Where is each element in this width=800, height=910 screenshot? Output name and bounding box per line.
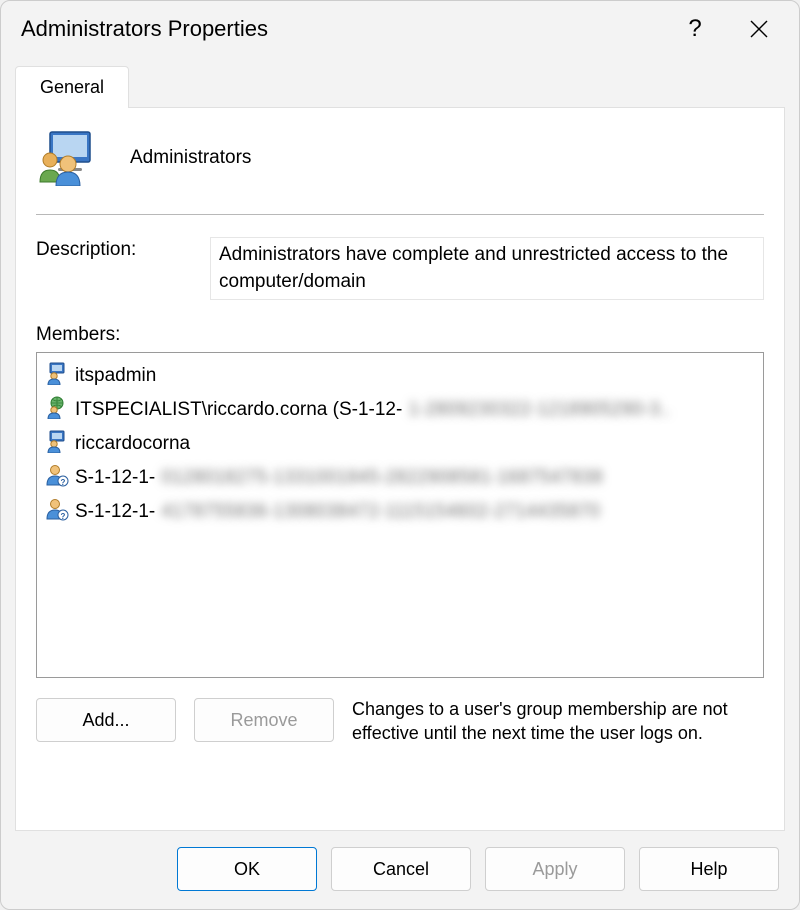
apply-button: Apply <box>485 847 625 891</box>
group-name: Administrators <box>130 147 251 169</box>
member-display-name: riccardocorna <box>75 433 190 455</box>
group-header: Administrators <box>36 130 764 206</box>
close-button[interactable] <box>741 11 777 47</box>
window-title: Administrators Properties <box>21 16 677 42</box>
content-area: General Administrators Description: <box>1 55 799 831</box>
group-icon <box>36 130 100 186</box>
member-sid-redacted: 1-2809230322-1218905290-3.. <box>408 399 670 421</box>
cancel-button[interactable]: Cancel <box>331 847 471 891</box>
title-actions: ? <box>677 11 785 47</box>
members-list[interactable]: itspadmin ITSPECIALIST\riccardo.corna (S-… <box>36 352 764 678</box>
help-button[interactable]: Help <box>639 847 779 891</box>
close-icon <box>750 20 768 38</box>
tab-general[interactable]: General <box>15 66 129 108</box>
properties-dialog: Administrators Properties ? General <box>0 0 800 910</box>
member-display-name: S-1-12-1- <box>75 501 155 523</box>
member-item[interactable]: itspadmin <box>41 359 759 393</box>
svg-text:?: ? <box>61 478 66 487</box>
remove-button: Remove <box>194 698 334 742</box>
members-label: Members: <box>36 324 764 346</box>
titlebar: Administrators Properties ? <box>1 1 799 55</box>
add-remove-row: Add... Remove Changes to a user's group … <box>36 698 764 745</box>
membership-note: Changes to a user's group membership are… <box>352 698 764 745</box>
member-display-name: itspadmin <box>75 365 156 387</box>
member-item[interactable]: ? S-1-12-1- 4178755836-1308038472-11151546… <box>41 495 759 529</box>
divider <box>36 214 764 215</box>
member-item[interactable]: riccardocorna <box>41 427 759 461</box>
member-item[interactable]: ITSPECIALIST\riccardo.corna (S-1-12- 1-28… <box>41 393 759 427</box>
user-unknown-icon: ? <box>45 497 69 527</box>
dialog-footer: OK Cancel Apply Help <box>1 831 799 909</box>
member-display-name: ITSPECIALIST\riccardo.corna (S-1-12- <box>75 399 402 421</box>
member-sid-redacted: 0128018275-1331001845-2822908581-1687547… <box>161 467 603 489</box>
svg-text:?: ? <box>61 512 66 521</box>
add-button[interactable]: Add... <box>36 698 176 742</box>
user-unknown-icon: ? <box>45 463 69 493</box>
description-row: Description: Administrators have complet… <box>36 237 764 300</box>
description-label: Description: <box>36 237 186 261</box>
member-item[interactable]: ? S-1-12-1- 0128018275-1331001845-28229085… <box>41 461 759 495</box>
member-sid-redacted: 4178755836-1308038472-1115154602-2714435… <box>161 501 600 523</box>
help-icon[interactable]: ? <box>677 11 713 47</box>
description-field[interactable]: Administrators have complete and unrestr… <box>210 237 764 300</box>
tab-panel-general: Administrators Description: Administrato… <box>15 108 785 831</box>
member-display-name: S-1-12-1- <box>75 467 155 489</box>
tabstrip: General <box>15 65 785 108</box>
ok-button[interactable]: OK <box>177 847 317 891</box>
user-domain-icon <box>45 395 69 425</box>
user-local-icon <box>45 361 69 391</box>
user-local-icon <box>45 429 69 459</box>
